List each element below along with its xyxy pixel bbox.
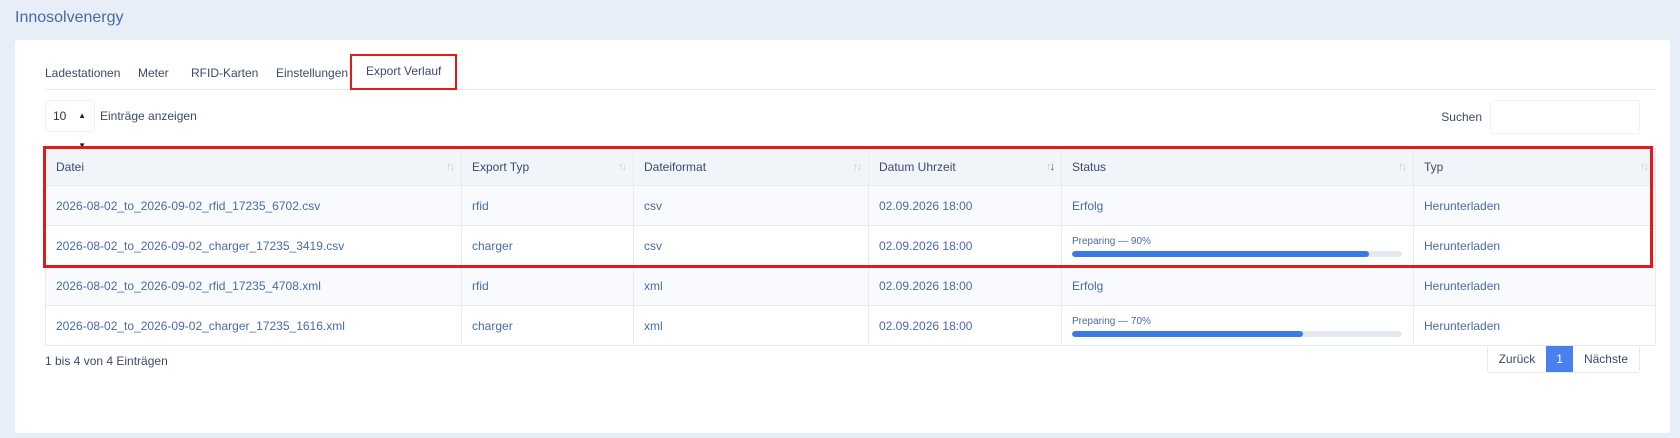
progress-bar [1072, 331, 1402, 337]
progress-fill [1072, 331, 1303, 337]
prev-page-button[interactable]: Zurück [1487, 346, 1547, 372]
tab-meter[interactable]: Meter [138, 56, 169, 90]
entries-per-page-select[interactable]: 10 ▲ ▼ [45, 100, 95, 150]
tab-einstellungen[interactable]: Einstellungen [276, 56, 348, 90]
progress-fill [1072, 251, 1369, 257]
column-header-label: Dateiformat [644, 160, 707, 174]
tab-rfid-karten[interactable]: RFID-Karten [191, 56, 258, 90]
column-header-label: Datei [56, 160, 85, 174]
cell-file: 2026-08-02_to_2026-09-02_charger_17235_1… [45, 305, 462, 346]
table-row: 2026-08-02_to_2026-09-02_charger_17235_3… [45, 225, 1656, 266]
tab-bar: Ladestationen Meter RFID-Karten Einstell… [45, 54, 1655, 90]
tab-export-verlauf[interactable]: Export Verlauf [350, 54, 458, 90]
cell-file: 2026-08-02_to_2026-09-02_rfid_17235_4708… [45, 265, 462, 306]
cell-datetime: 02.09.2026 18:00 [868, 225, 1062, 266]
cell-status: Preparing — 90% [1061, 225, 1414, 266]
cell-format: csv [633, 185, 869, 226]
sort-icon: ↑↓ [853, 161, 862, 173]
tab-ladestationen[interactable]: Ladestationen [45, 56, 120, 90]
progress-label: Preparing — 90% [1072, 236, 1151, 247]
next-page-button[interactable]: Nächste [1572, 346, 1639, 372]
search-label: Suchen [1441, 110, 1482, 124]
page-1-button[interactable]: 1 [1546, 346, 1573, 372]
sort-icon: ↑↓ [1640, 161, 1649, 173]
status-progress: Preparing — 90% [1072, 234, 1403, 257]
cell-datetime: 02.09.2026 18:00 [868, 265, 1062, 306]
pagination: Zurück 1 Nächste [1486, 345, 1640, 373]
cell-format: xml [633, 305, 869, 346]
cell-format: csv [633, 225, 869, 266]
cell-status: Preparing — 70% [1061, 305, 1414, 346]
table-row: 2026-08-02_to_2026-09-02_rfid_17235_6702… [45, 185, 1656, 226]
download-link[interactable]: Herunterladen [1413, 265, 1656, 306]
download-link[interactable]: Herunterladen [1413, 305, 1656, 346]
search-input[interactable] [1490, 100, 1640, 134]
table-info: 1 bis 4 von 4 Einträgen [45, 354, 168, 368]
cell-datetime: 02.09.2026 18:00 [868, 305, 1062, 346]
sort-desc-icon: ↑↓ [1046, 161, 1055, 173]
cell-datetime: 02.09.2026 18:00 [868, 185, 1062, 226]
sort-icon: ↑↓ [446, 161, 455, 173]
cell-file: 2026-08-02_to_2026-09-02_rfid_17235_6702… [45, 185, 462, 226]
sort-icon: ↑↓ [618, 161, 627, 173]
progress-label: Preparing — 70% [1072, 316, 1151, 327]
column-header-label: Status [1072, 160, 1107, 174]
table-row: 2026-08-02_to_2026-09-02_charger_17235_1… [45, 305, 1656, 346]
table-row: 2026-08-02_to_2026-09-02_rfid_17235_4708… [45, 265, 1656, 306]
cell-status: Erfolg [1061, 185, 1414, 226]
app-title: Innosolvenergy [15, 9, 124, 26]
column-header-datei[interactable]: Datei ↑↓ [45, 148, 462, 186]
entries-per-page-value: 10 [53, 109, 67, 123]
cell-format: xml [633, 265, 869, 306]
column-header-export-typ[interactable]: Export Typ ↑↓ [461, 148, 634, 186]
sort-icon: ↑↓ [1398, 161, 1407, 173]
cell-export-type: rfid [461, 185, 634, 226]
column-header-label: Datum Uhrzeit [879, 160, 956, 174]
column-header-label: Export Typ [472, 160, 530, 174]
column-header-typ[interactable]: Typ ↑↓ [1413, 148, 1656, 186]
cell-export-type: charger [461, 225, 634, 266]
table-header-row: Datei ↑↓ Export Typ ↑↓ Dateiformat ↑↓ Datum… [45, 148, 1656, 186]
column-header-label: Typ [1424, 160, 1444, 174]
content-card: Ladestationen Meter RFID-Karten Einstell… [15, 40, 1670, 433]
progress-bar [1072, 251, 1402, 257]
entries-per-page-label: Einträge anzeigen [100, 109, 197, 123]
cell-file: 2026-08-02_to_2026-09-02_charger_17235_3… [45, 225, 462, 266]
download-link[interactable]: Herunterladen [1413, 185, 1656, 226]
cell-export-type: rfid [461, 265, 634, 306]
column-header-datum-uhrzeit[interactable]: Datum Uhrzeit ↑↓ [868, 148, 1062, 186]
cell-status: Erfolg [1061, 265, 1414, 306]
cell-export-type: charger [461, 305, 634, 346]
export-history-table: Datei ↑↓ Export Typ ↑↓ Dateiformat ↑↓ Datum… [45, 148, 1656, 346]
status-progress: Preparing — 70% [1072, 314, 1403, 337]
column-header-dateiformat[interactable]: Dateiformat ↑↓ [633, 148, 869, 186]
download-link[interactable]: Herunterladen [1413, 225, 1656, 266]
column-header-status[interactable]: Status ↑↓ [1061, 148, 1414, 186]
